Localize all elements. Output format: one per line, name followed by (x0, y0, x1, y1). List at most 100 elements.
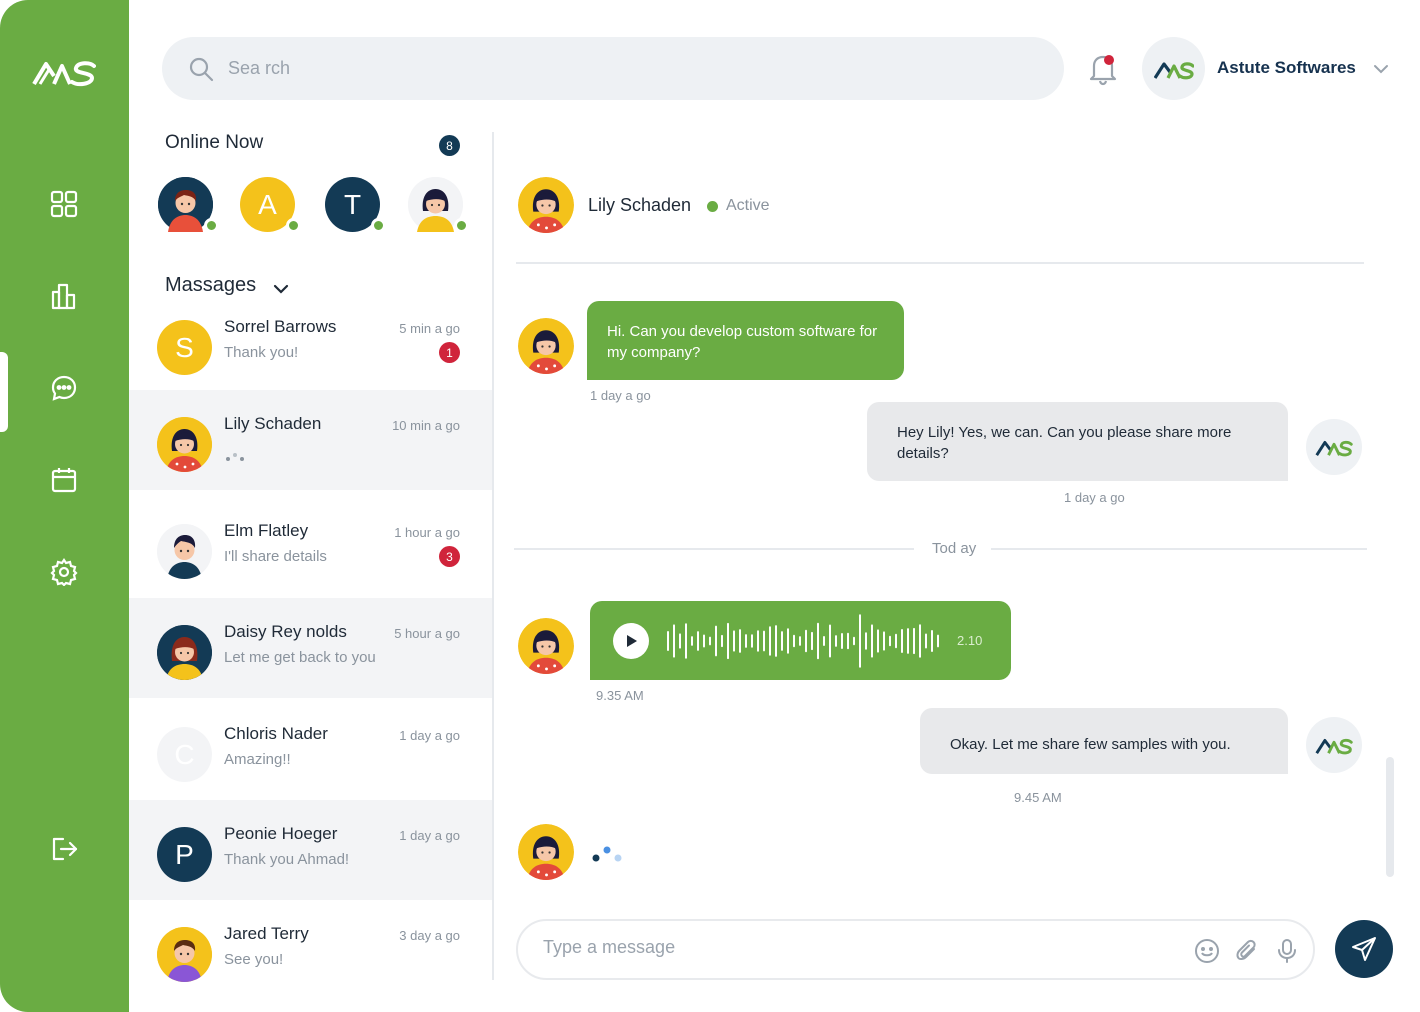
typing-indicator-icon (592, 846, 622, 862)
attachment-icon[interactable] (1234, 938, 1260, 964)
date-divider-line (991, 548, 1367, 550)
typing-indicator-icon (226, 453, 244, 461)
profile-avatar[interactable] (1142, 37, 1205, 100)
nav-calendar[interactable] (44, 460, 84, 500)
bell-icon[interactable] (1086, 50, 1120, 86)
nav-active-indicator (0, 352, 8, 432)
message-composer (516, 919, 1315, 980)
conversation-item[interactable]: S Sorrel Barrows Thank you! 5 min a go 1 (129, 293, 492, 393)
contact-avatar: S (157, 320, 212, 375)
avatar-initial: C (174, 738, 195, 770)
avatar-initial: S (175, 331, 194, 363)
audio-waveform (667, 614, 939, 668)
contact-avatar (157, 524, 212, 579)
message-input[interactable] (543, 937, 1143, 958)
emoji-icon[interactable] (1194, 938, 1220, 964)
gear-icon (50, 558, 78, 586)
message-preview: Let me get back to you (224, 649, 376, 666)
contact-avatar (157, 417, 212, 472)
girl-avatar-icon (157, 417, 212, 472)
app-window: Astute Softwares Online Now 8 A T (0, 0, 1420, 1012)
conversation-item[interactable]: Jared Terry See you! 3 day a go (129, 900, 492, 1000)
conversation-item[interactable]: Elm Flatley I'll share details 1 hour a … (129, 497, 492, 597)
boy-avatar-icon (157, 927, 212, 982)
conversation-item-active[interactable]: Lily Schaden 10 min a go (129, 390, 492, 490)
contact-avatar: C (157, 727, 212, 782)
online-status-dot (371, 218, 386, 233)
company-logo-icon (1315, 440, 1353, 457)
company-logo-icon (1315, 738, 1353, 755)
unread-badge: 1 (439, 342, 460, 363)
send-button[interactable] (1335, 920, 1393, 978)
conversation-item[interactable]: Daisy Rey nolds Let me get back to you 5… (129, 598, 492, 698)
message-preview: See you! (224, 951, 284, 968)
logout-icon (52, 837, 78, 861)
conversation-item[interactable]: C Chloris Nader Amazing!! 1 day a go (129, 700, 492, 800)
nav-settings[interactable] (44, 552, 84, 592)
send-icon (1352, 937, 1376, 961)
girl-avatar-icon (518, 618, 574, 674)
profile-name[interactable]: Astute Softwares (1217, 58, 1356, 78)
girl-avatar-icon (157, 625, 212, 680)
outgoing-message-bubble[interactable]: Hey Lily! Yes, we can. Can you please sh… (867, 402, 1288, 481)
calendar-icon (51, 468, 77, 493)
microphone-icon[interactable] (1274, 938, 1300, 964)
message-timestamp: 9.45 AM (1014, 790, 1062, 805)
online-user-avatar[interactable] (158, 177, 219, 233)
play-button[interactable] (613, 623, 649, 659)
date-divider-line (514, 548, 914, 550)
search-input[interactable] (228, 58, 828, 79)
nav-logout[interactable] (44, 829, 84, 869)
chat-scrollbar[interactable] (1386, 757, 1394, 877)
brand-logo[interactable] (32, 54, 96, 88)
online-user-avatar[interactable]: T (325, 177, 386, 233)
contact-avatar: P (157, 827, 212, 882)
search-icon (189, 57, 214, 81)
avatar-initial: T (343, 188, 362, 220)
boy-avatar-icon (157, 524, 212, 579)
message-time: 1 day a go (399, 828, 460, 843)
contact-name: Lily Schaden (224, 414, 322, 433)
chat-header-divider (516, 262, 1364, 264)
online-status-dot (454, 218, 469, 233)
girl-avatar-icon (518, 177, 574, 233)
online-status-dot (286, 218, 301, 233)
active-status-dot (707, 201, 718, 212)
message-time: 3 day a go (399, 928, 460, 943)
online-count-badge: 8 (439, 135, 460, 156)
message-preview: Thank you Ahmad! (224, 851, 350, 868)
voice-message-bubble[interactable]: 2.10 (590, 601, 1011, 680)
avatar-initial: P (175, 838, 194, 870)
sender-avatar (518, 318, 574, 374)
avatar-initial: A (258, 188, 277, 220)
play-icon (627, 635, 637, 647)
notification-dot (1104, 55, 1114, 65)
online-status-dot (204, 218, 219, 233)
girl-avatar-icon (518, 318, 574, 374)
contact-name: Elm Flatley (224, 521, 309, 540)
message-time: 5 min a go (399, 321, 460, 336)
contact-avatar (157, 927, 212, 982)
contact-name: Daisy Rey nolds (224, 622, 347, 641)
nav-dashboard[interactable] (44, 184, 84, 224)
nav-analytics[interactable] (44, 276, 84, 316)
nav-messages[interactable] (44, 368, 84, 408)
search-bar[interactable] (162, 37, 1064, 100)
online-user-avatar[interactable] (408, 177, 469, 233)
message-time: 10 min a go (392, 418, 460, 433)
company-avatar (1306, 717, 1362, 773)
column-divider (492, 132, 494, 980)
chevron-down-icon[interactable] (1372, 60, 1390, 78)
date-divider-label: Tod ay (932, 540, 977, 557)
online-user-avatar[interactable]: A (240, 177, 301, 233)
conversation-item[interactable]: P Peonie Hoeger Thank you Ahmad! 1 day a… (129, 800, 492, 900)
incoming-message-bubble[interactable]: Hi. Can you develop custom software for … (587, 301, 904, 380)
chat-contact-name: Lily Schaden (588, 195, 692, 215)
online-now-title: Online Now (165, 132, 264, 153)
girl-avatar-icon (518, 824, 574, 880)
company-avatar (1306, 419, 1362, 475)
outgoing-message-bubble[interactable]: Okay. Let me share few samples with you. (920, 708, 1288, 774)
sidebar (0, 0, 129, 1012)
grid-icon (50, 190, 78, 218)
chat-contact-avatar[interactable] (518, 177, 574, 233)
